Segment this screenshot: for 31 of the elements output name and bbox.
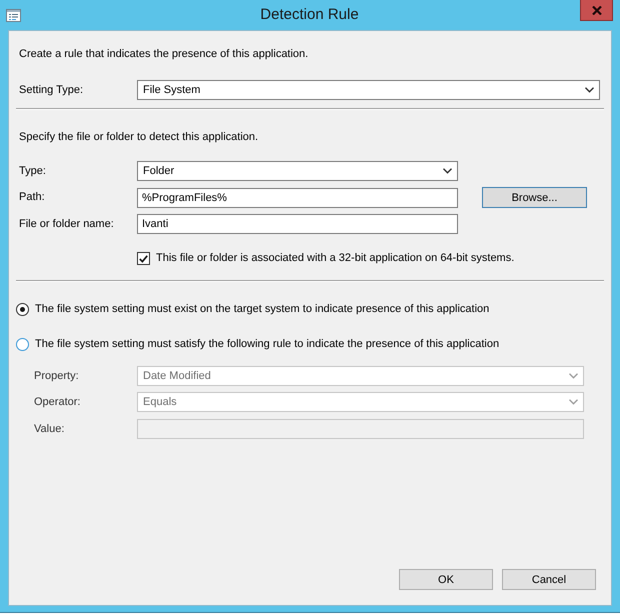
window-icon [6, 8, 21, 22]
chevron-down-icon [585, 87, 594, 93]
chevron-down-icon [569, 399, 578, 405]
checkmark-icon [139, 254, 148, 262]
dropdown[interactable]: Folder [137, 161, 458, 181]
browse-button[interactable]: Browse... [482, 187, 587, 208]
radio-button[interactable] [16, 338, 29, 351]
field-label: Path: [19, 190, 45, 205]
close-button[interactable] [580, 0, 613, 21]
radio-label: The file system setting must satisfy the following rule to indicate the presence of this application [35, 337, 500, 352]
radio-button[interactable] [16, 303, 29, 316]
text-field[interactable]: %ProgramFiles% [137, 188, 458, 208]
radio-label: The file system setting must exist on the target system to indicate presence of this application [35, 302, 490, 317]
instruction-text: Create a rule that indicates the presence of this application. [19, 47, 308, 62]
checkbox-label: This file or folder is associated with a 32-bit application on 64-bit systems. [156, 251, 514, 266]
section-heading: Specify the file or folder to detect this application. [19, 130, 258, 145]
field-label: Operator: [34, 394, 80, 410]
field-label: Property: [34, 368, 79, 384]
text-field[interactable]: Ivanti [137, 214, 458, 234]
field-label: Setting Type: [19, 82, 84, 98]
chevron-down-icon [443, 168, 452, 174]
field-label: Type: [19, 164, 46, 178]
chevron-down-icon [569, 373, 578, 379]
field-label: File or folder name: [19, 216, 114, 232]
checkbox[interactable] [137, 252, 150, 265]
field-label: Value: [34, 422, 64, 436]
close-icon [592, 6, 602, 14]
dialog-button[interactable]: OK [399, 569, 493, 590]
window-title: Detection Rule [260, 6, 359, 24]
dialog-button[interactable]: Cancel [502, 569, 596, 590]
dropdown[interactable]: File System [137, 80, 600, 100]
